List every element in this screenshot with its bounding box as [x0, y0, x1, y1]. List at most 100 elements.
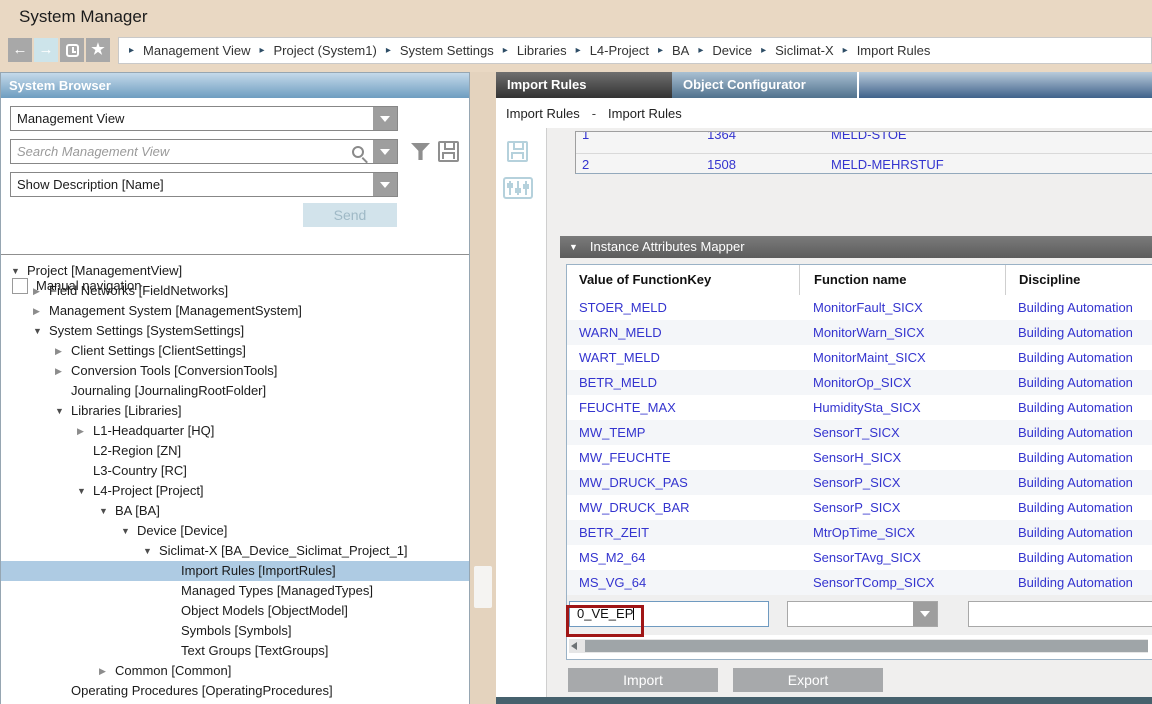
import-rule-row[interactable]: 1 1364 MELD-STOE	[576, 132, 1152, 153]
mapper-row[interactable]: STOER_MELD MonitorFault_SICX Building Au…	[567, 295, 1152, 320]
tree-expander-icon[interactable]	[55, 361, 71, 381]
export-button[interactable]: Export	[733, 668, 883, 692]
mapper-row[interactable]: WARN_MELD MonitorWarn_SICX Building Auto…	[567, 320, 1152, 345]
tree-item[interactable]: Common [Common]	[1, 661, 469, 681]
tab-import-rules[interactable]: Import Rules	[496, 72, 672, 98]
breadcrumb-item[interactable]: ▸Device	[698, 43, 752, 58]
forward-button[interactable]: →	[34, 38, 58, 62]
chevron-down-icon[interactable]	[372, 140, 397, 163]
tree-expander-icon[interactable]	[99, 501, 115, 521]
chevron-down-icon[interactable]	[912, 602, 937, 626]
view-dropdown[interactable]: Management View	[10, 106, 398, 131]
breadcrumb-item[interactable]: ▸Management View	[129, 43, 250, 58]
tree-expander-icon[interactable]	[55, 401, 71, 421]
column-header-function-name[interactable]: Function name	[799, 265, 1005, 295]
mapper-row[interactable]: MW_TEMP SensorT_SICX Building Automation	[567, 420, 1152, 445]
tree-item[interactable]: Object Models [ObjectModel]	[1, 601, 469, 621]
workspace-breadcrumb-root[interactable]: Import Rules	[506, 106, 580, 121]
breadcrumb-item[interactable]: ▸System Settings	[386, 43, 494, 58]
mapper-cell-function: MonitorFault_SICX	[799, 295, 1005, 320]
mapper-cell-discipline: Building Automation	[1005, 570, 1152, 595]
chevron-down-icon[interactable]	[372, 107, 397, 130]
tree-expander-icon[interactable]	[143, 541, 159, 561]
tree-item[interactable]: Operating Procedures [OperatingProcedure…	[1, 681, 469, 701]
recent-views-button[interactable]	[60, 38, 84, 62]
new-discipline-field[interactable]	[968, 601, 1152, 627]
tree-expander-icon[interactable]	[77, 481, 93, 501]
save-icon[interactable]	[507, 141, 528, 162]
tree-item[interactable]: Client Settings [ClientSettings]	[1, 341, 469, 361]
breadcrumb-arrow-icon: ▸	[658, 45, 663, 56]
tree-item[interactable]: System Settings [SystemSettings]	[1, 321, 469, 341]
tree-item[interactable]: L3-Country [RC]	[1, 461, 469, 481]
breadcrumb-item[interactable]: ▸Import Rules	[843, 43, 931, 58]
tree-item[interactable]: Libraries [Libraries]	[1, 401, 469, 421]
tree-expander-icon[interactable]	[11, 261, 27, 281]
tree-expander-icon[interactable]	[99, 661, 115, 681]
tree-item[interactable]: Device [Device]	[1, 521, 469, 541]
workspace-breadcrumb-current[interactable]: Import Rules	[608, 106, 682, 121]
save-search-icon[interactable]	[438, 141, 459, 162]
import-rule-row[interactable]: 2 1508 MELD-MEHRSTUF	[576, 153, 1152, 174]
tree-item[interactable]: Management System [ManagementSystem]	[1, 301, 469, 321]
breadcrumb-item[interactable]: ▸Libraries	[503, 43, 567, 58]
instance-attributes-mapper-header[interactable]: ▼Instance Attributes Mapper	[560, 236, 1152, 258]
tree-item[interactable]: L4-Project [Project]	[1, 481, 469, 501]
breadcrumb-item[interactable]: ▸Project (System1)	[259, 43, 376, 58]
tree-scrollbar-thumb[interactable]	[474, 566, 492, 608]
back-button[interactable]: ←	[8, 38, 32, 62]
scroll-left-icon[interactable]	[571, 642, 577, 650]
tree-item[interactable]: Siclimat-X [BA_Device_Siclimat_Project_1…	[1, 541, 469, 561]
tree-expander-icon[interactable]	[33, 281, 49, 301]
breadcrumb-item[interactable]: ▸Siclimat-X	[761, 43, 834, 58]
mapper-row[interactable]: MW_DRUCK_PAS SensorP_SICX Building Autom…	[567, 470, 1152, 495]
description-dropdown[interactable]: Show Description [Name]	[10, 172, 398, 197]
mapper-row[interactable]: BETR_MELD MonitorOp_SICX Building Automa…	[567, 370, 1152, 395]
arrow-left-icon: ←	[13, 41, 28, 58]
import-button[interactable]: Import	[568, 668, 718, 692]
tree-item[interactable]: Project [ManagementView]	[1, 261, 469, 281]
favorites-button[interactable]: ★	[86, 38, 110, 62]
chevron-down-icon[interactable]	[372, 173, 397, 196]
mapper-row[interactable]: MW_DRUCK_BAR SensorP_SICX Building Autom…	[567, 495, 1152, 520]
tree-expander-icon[interactable]	[55, 341, 71, 361]
tab-object-configurator[interactable]: Object Configurator	[672, 72, 857, 98]
mapper-row[interactable]: WART_MELD MonitorMaint_SICX Building Aut…	[567, 345, 1152, 370]
mapper-row[interactable]: BETR_ZEIT MtrOpTime_SICX Building Automa…	[567, 520, 1152, 545]
tree-item[interactable]: L1-Headquarter [HQ]	[1, 421, 469, 441]
tree-item[interactable]: Field Networks [FieldNetworks]	[1, 281, 469, 301]
tree-item[interactable]: BA [BA]	[1, 501, 469, 521]
mapper-horizontal-scrollbar[interactable]	[569, 639, 1148, 653]
search-input[interactable]: Search Management View	[10, 139, 398, 164]
filter-icon[interactable]	[411, 143, 430, 160]
mapper-row[interactable]: MS_M2_64 SensorTAvg_SICX Building Automa…	[567, 545, 1152, 570]
column-header-functionkey[interactable]: Value of FunctionKey	[567, 265, 799, 295]
new-function-dropdown[interactable]	[787, 601, 938, 627]
tree-item[interactable]: Text Groups [TextGroups]	[1, 641, 469, 661]
search-icon[interactable]	[352, 146, 364, 158]
mapper-row[interactable]: FEUCHTE_MAX HumiditySta_SICX Building Au…	[567, 395, 1152, 420]
tree-item[interactable]: Conversion Tools [ConversionTools]	[1, 361, 469, 381]
new-functionkey-input[interactable]: 0_VE_EP	[569, 601, 769, 627]
tree-expander-icon[interactable]	[121, 521, 137, 541]
settings-sliders-icon[interactable]	[503, 177, 533, 199]
send-button[interactable]: Send	[303, 203, 397, 227]
breadcrumb-item[interactable]: ▸L4-Project	[576, 43, 649, 58]
tree-item[interactable]: Import Rules [ImportRules]	[1, 561, 469, 581]
tree-expander-icon[interactable]	[33, 321, 49, 341]
tree-expander-icon[interactable]	[33, 301, 49, 321]
tree-item[interactable]: Journaling [JournalingRootFolder]	[1, 381, 469, 401]
mapper-row[interactable]: MS_VG_64 SensorTComp_SICX Building Autom…	[567, 570, 1152, 595]
collapse-icon[interactable]: ▼	[569, 242, 578, 252]
mapper-hscrollbar-thumb[interactable]	[585, 640, 1148, 652]
tree-item[interactable]: Symbols [Symbols]	[1, 621, 469, 641]
breadcrumb-item[interactable]: ▸BA	[658, 43, 689, 58]
tree-item-label: L3-Country [RC]	[93, 463, 187, 478]
tree-expander-icon[interactable]	[77, 421, 93, 441]
mapper-table-header: Value of FunctionKey Function name Disci…	[567, 265, 1152, 295]
mapper-row[interactable]: MW_FEUCHTE SensorH_SICX Building Automat…	[567, 445, 1152, 470]
tree-item[interactable]: Managed Types [ManagedTypes]	[1, 581, 469, 601]
tree-item[interactable]: L2-Region [ZN]	[1, 441, 469, 461]
tree-scrollbar[interactable]	[470, 72, 496, 704]
column-header-discipline[interactable]: Discipline	[1005, 265, 1152, 295]
